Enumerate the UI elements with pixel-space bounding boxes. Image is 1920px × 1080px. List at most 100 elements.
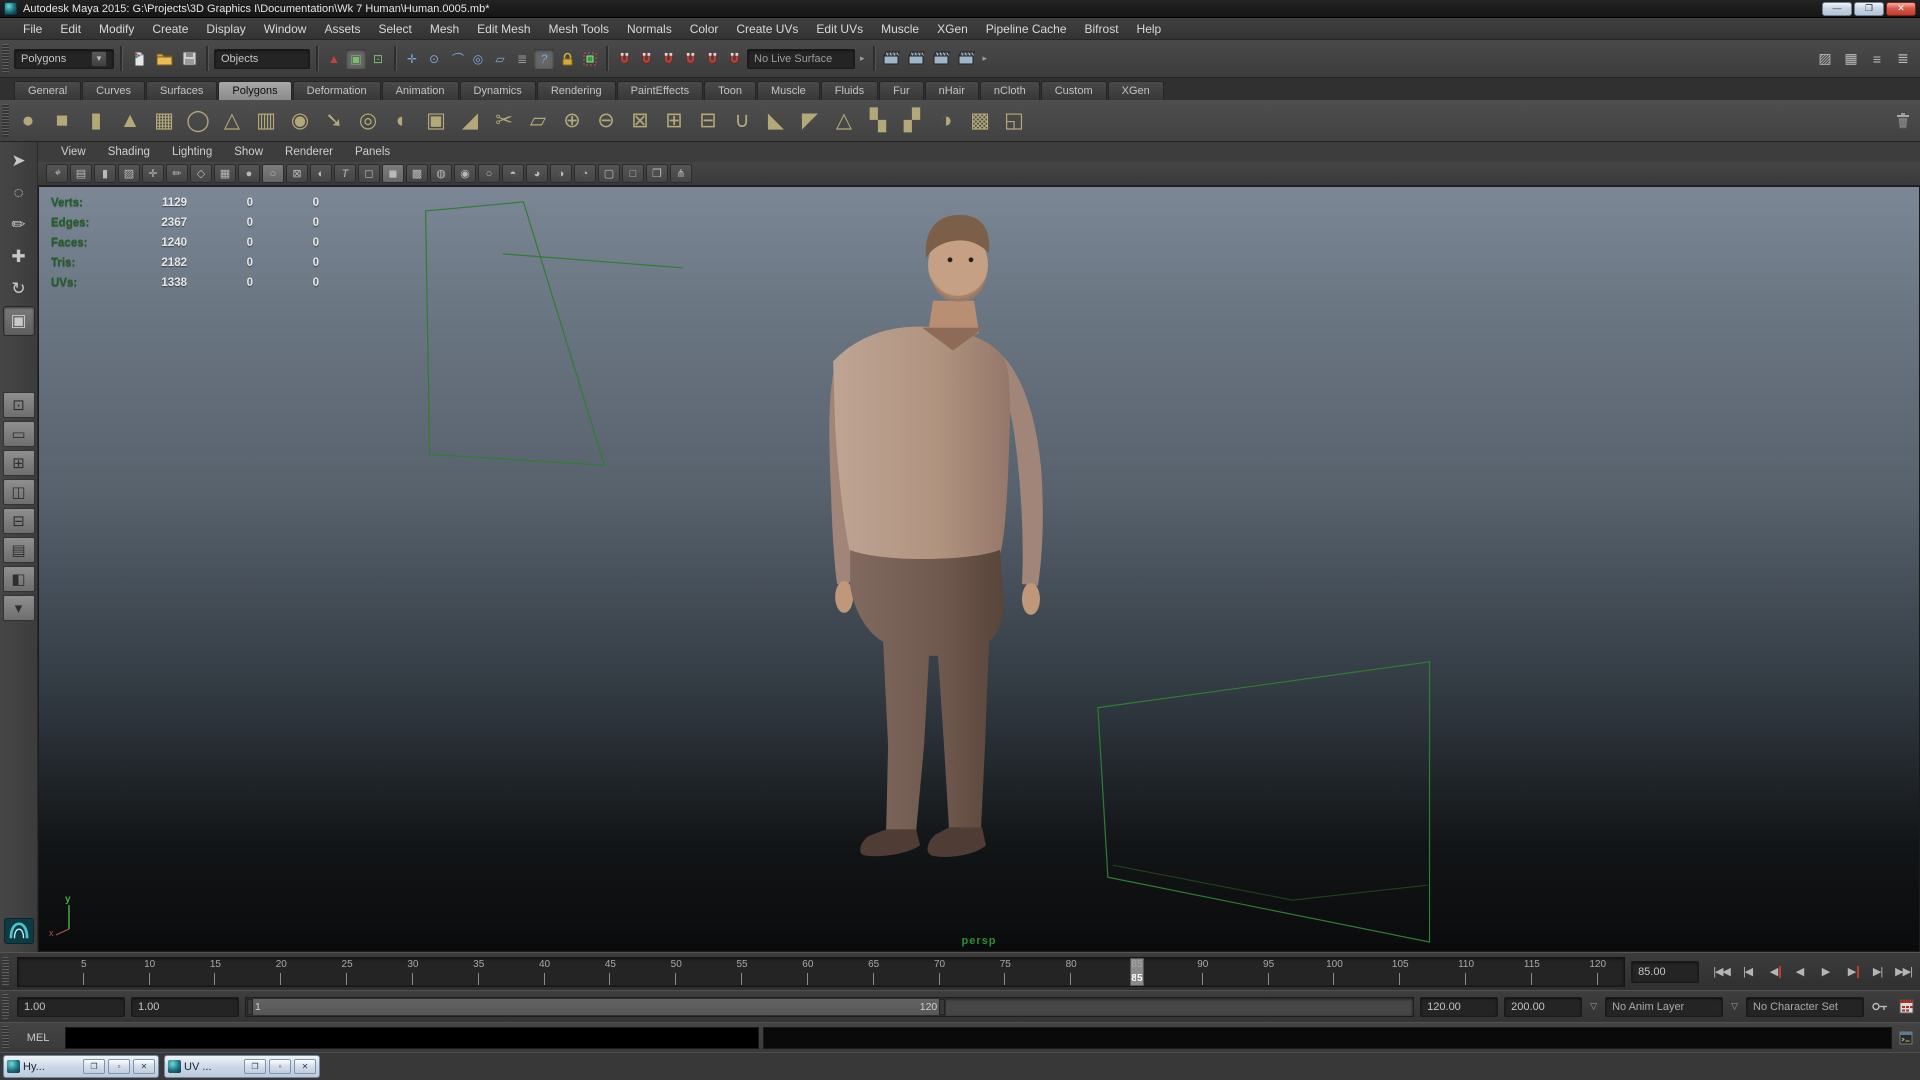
scale-tool-button[interactable]: ▣ <box>2 306 35 336</box>
chevron-down-icon[interactable]: ▽ <box>1729 1001 1740 1012</box>
step-back-key-button[interactable]: ◀ <box>1761 961 1786 983</box>
mel-command-input[interactable] <box>65 1026 759 1049</box>
time-slider-grip[interactable] <box>2 956 9 987</box>
make-live-magnet-icon[interactable] <box>724 49 744 69</box>
reduce-icon[interactable]: ◢ <box>453 104 487 138</box>
menu-file[interactable]: File <box>14 19 51 39</box>
window-close-button[interactable] <box>294 1059 316 1074</box>
smooth-icon[interactable]: ◎ <box>351 104 385 138</box>
smooth-shade-icon[interactable]: ▦ <box>214 164 236 183</box>
poly-pyramid-icon[interactable]: △ <box>215 104 249 138</box>
select-component-icon[interactable]: ⊡ <box>368 49 388 69</box>
menu-color[interactable]: Color <box>681 19 728 39</box>
layout-persp-outliner-button[interactable]: ◫ <box>2 479 35 505</box>
move-tool-button[interactable]: ✚ <box>3 242 35 272</box>
open-scene-icon[interactable] <box>153 48 175 70</box>
snap-magnet-point-icon[interactable] <box>658 49 678 69</box>
poly-plane-icon[interactable]: ▦ <box>147 104 181 138</box>
panel-menu-view[interactable]: View <box>50 144 97 160</box>
use-default-material-icon[interactable]: T <box>334 164 356 183</box>
panel-menu-renderer[interactable]: Renderer <box>274 144 344 160</box>
select-tool-button[interactable]: ➤ <box>3 146 35 176</box>
window-restore-button[interactable] <box>244 1059 266 1074</box>
shelf-tab-custom[interactable]: Custom <box>1040 81 1107 100</box>
range-end-handle[interactable] <box>939 998 946 1015</box>
ao-icon[interactable]: ◕ <box>526 164 548 183</box>
poly-cube-icon[interactable]: ■ <box>45 104 79 138</box>
chevron-down-icon[interactable]: ▽ <box>1588 1001 1599 1012</box>
open-render-view-icon[interactable] <box>881 48 903 70</box>
chevron-right-icon[interactable]: ▸ <box>858 53 867 64</box>
poly-cone-icon[interactable]: ▲ <box>113 104 147 138</box>
all-lights-icon[interactable]: ○ <box>478 164 500 183</box>
script-editor-icon[interactable] <box>1896 1028 1916 1048</box>
shelf-tab-polygons[interactable]: Polygons <box>218 81 292 100</box>
camera-attributes-icon[interactable]: ▤ <box>70 164 92 183</box>
smooth-mesh-preview-icon[interactable]: ◐ <box>385 104 419 138</box>
shelf-tab-nhair[interactable]: nHair <box>924 81 979 100</box>
combine-icon[interactable]: ⊕ <box>555 104 589 138</box>
multi-cut-icon[interactable]: ✂ <box>487 104 521 138</box>
current-time-field[interactable]: 85.00 <box>1631 960 1699 983</box>
snap-to-curve-icon[interactable]: ⌒ <box>446 49 466 69</box>
dof-icon[interactable]: ◔ <box>574 164 596 183</box>
render-current-frame-icon[interactable] <box>906 48 928 70</box>
ipr-render-icon[interactable] <box>931 48 953 70</box>
pan-zoom-icon[interactable]: ✛ <box>142 164 164 183</box>
panel-menu-show[interactable]: Show <box>223 144 274 160</box>
animation-start-field[interactable]: 1.00 <box>17 996 125 1017</box>
auto-keyframe-icon[interactable] <box>1870 997 1890 1017</box>
selection-mask-field[interactable]: Objects <box>214 48 310 69</box>
status-line-grip[interactable] <box>2 43 9 74</box>
close-button[interactable] <box>1886 1 1916 16</box>
shelf-tab-painteffects[interactable]: PaintEffects <box>616 81 704 100</box>
xray-joints-icon[interactable]: ▩ <box>406 164 428 183</box>
window-close-button[interactable] <box>133 1059 155 1074</box>
layout-four-pane-button[interactable]: ⊞ <box>2 450 35 476</box>
shelf-tab-curves[interactable]: Curves <box>82 81 145 100</box>
play-backwards-button[interactable]: ◀ <box>1787 961 1812 983</box>
select-object-icon[interactable]: ▣ <box>346 48 366 69</box>
rotate-tool-button[interactable]: ↻ <box>3 274 35 304</box>
menu-mesh[interactable]: Mesh <box>421 19 468 39</box>
maya-logo-button[interactable] <box>3 918 34 944</box>
trash-icon[interactable] <box>1892 110 1914 132</box>
make-selected-live-icon[interactable] <box>580 49 600 69</box>
command-line-mode-button[interactable]: MEL <box>15 1032 61 1044</box>
bridge-icon[interactable]: ◤ <box>793 104 827 138</box>
anim-layer-selector[interactable]: No Anim Layer <box>1605 996 1724 1017</box>
uv-cylindrical-mapping-icon[interactable]: ▞ <box>895 104 929 138</box>
minimized-window[interactable]: Hy... <box>3 1055 159 1078</box>
image-plane-icon[interactable]: ▨ <box>118 164 140 183</box>
shelf-tab-general[interactable]: General <box>14 81 82 100</box>
bookmark-icon[interactable]: ▮ <box>94 164 116 183</box>
render-settings-icon[interactable] <box>956 48 978 70</box>
window-restore-button[interactable] <box>83 1059 105 1074</box>
shelf-grip[interactable] <box>2 104 9 137</box>
step-forward-frame-button[interactable]: ▶| <box>1865 961 1890 983</box>
shelf-tab-fluids[interactable]: Fluids <box>820 81 879 100</box>
menu-window[interactable]: Window <box>255 19 316 39</box>
menu-help[interactable]: Help <box>1128 19 1171 39</box>
human-model[interactable] <box>829 214 1043 857</box>
layout-hypergraph-persp-button[interactable]: ▤ <box>2 537 35 563</box>
wire-on-shaded-icon[interactable]: ◻ <box>358 164 380 183</box>
shelf-tab-deformation[interactable]: Deformation <box>292 81 381 100</box>
split-mesh-icon[interactable]: ⊟ <box>691 104 725 138</box>
menu-bifrost[interactable]: Bifrost <box>1076 19 1128 39</box>
menu-select[interactable]: Select <box>369 19 420 39</box>
bevel-icon[interactable]: ◣ <box>759 104 793 138</box>
shadows-icon[interactable]: ◓ <box>502 164 524 183</box>
isolate-select-icon[interactable]: ▢ <box>598 164 620 183</box>
uv-automatic-mapping-icon[interactable]: ▩ <box>963 104 997 138</box>
select-hierarchy-icon[interactable]: ▲ <box>324 49 344 69</box>
range-start-handle[interactable] <box>247 998 253 1015</box>
grease-pencil-icon[interactable]: ✏ <box>166 164 188 183</box>
plugin-locators-icon[interactable]: ❐ <box>646 164 668 183</box>
snap-projected-center-icon[interactable]: ◎ <box>468 49 488 69</box>
range-slider-groove[interactable]: 1 120 <box>245 996 1415 1017</box>
shelf-tab-dynamics[interactable]: Dynamics <box>459 81 536 100</box>
poly-torus-icon[interactable]: ◯ <box>181 104 215 138</box>
animation-preferences-icon[interactable] <box>1896 997 1916 1017</box>
play-forwards-button[interactable]: ▶ <box>1813 961 1838 983</box>
